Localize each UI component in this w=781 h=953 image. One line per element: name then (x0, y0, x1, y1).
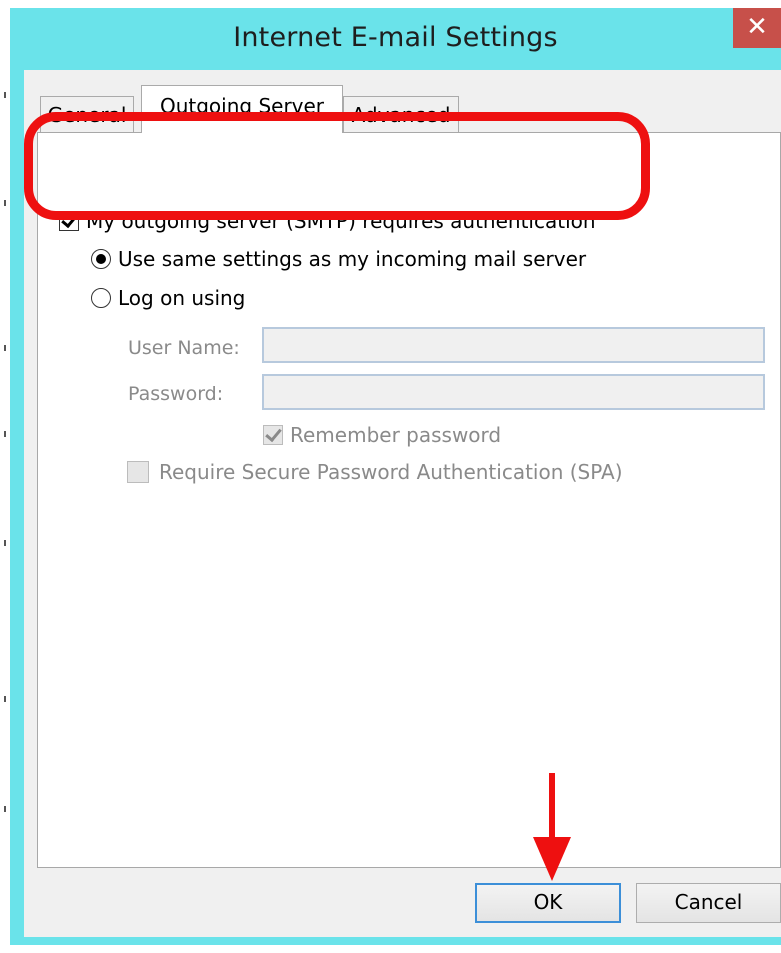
outgoing-server-panel: My outgoing server (SMTP) requires authe… (37, 132, 781, 868)
dialog-body: General Outgoing Server Advanced My outg… (24, 70, 781, 937)
window-title: Internet E-mail Settings (233, 22, 558, 53)
arrow-annotation-icon (533, 773, 571, 881)
settings-dialog: Internet E-mail Settings ✕ General Outgo… (10, 8, 781, 945)
log-on-using-row[interactable]: Log on using (91, 286, 245, 310)
tab-outgoing-server[interactable]: Outgoing Server (141, 85, 343, 133)
password-label: Password: (128, 383, 224, 405)
ok-button[interactable]: OK (475, 883, 621, 923)
password-field[interactable] (262, 374, 765, 410)
smtp-auth-row[interactable]: My outgoing server (SMTP) requires authe… (59, 209, 596, 233)
tab-advanced[interactable]: Advanced (343, 96, 459, 132)
close-icon: ✕ (746, 12, 768, 42)
smtp-auth-checkbox[interactable] (59, 211, 79, 231)
remember-password-checkbox[interactable] (263, 425, 283, 445)
close-button[interactable]: ✕ (733, 8, 781, 48)
remember-password-label: Remember password (290, 423, 502, 447)
desktop-edge (0, 0, 10, 953)
use-same-settings-radio[interactable] (91, 249, 111, 269)
log-on-using-radio[interactable] (91, 288, 111, 308)
log-on-using-label: Log on using (118, 286, 246, 310)
smtp-auth-label: My outgoing server (SMTP) requires authe… (86, 209, 596, 233)
tab-general[interactable]: General (40, 96, 134, 132)
title-bar[interactable]: Internet E-mail Settings ✕ (10, 8, 781, 70)
spa-checkbox[interactable] (127, 461, 149, 483)
username-field[interactable] (262, 327, 765, 363)
use-same-settings-label: Use same settings as my incoming mail se… (118, 247, 587, 271)
spa-label: Require Secure Password Authentication (… (159, 460, 623, 484)
cancel-button[interactable]: Cancel (636, 883, 781, 923)
use-same-settings-row[interactable]: Use same settings as my incoming mail se… (91, 247, 586, 271)
spa-row[interactable]: Require Secure Password Authentication (… (127, 460, 623, 484)
remember-password-row[interactable]: Remember password (263, 423, 501, 447)
username-label: User Name: (128, 337, 240, 359)
